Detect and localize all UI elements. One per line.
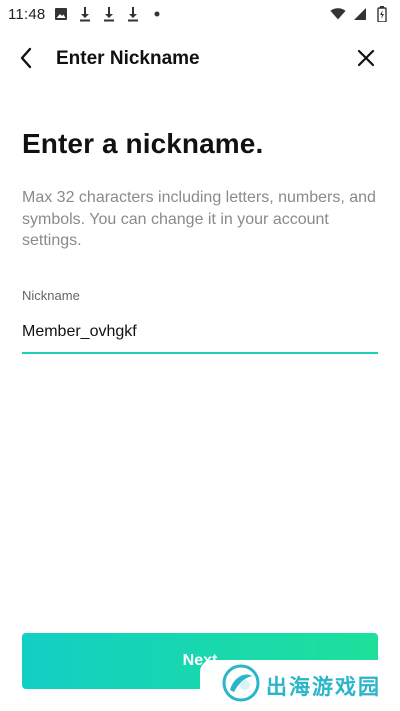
nickname-label: Nickname	[22, 288, 80, 303]
status-bar: 11:48	[0, 0, 400, 28]
nickname-input[interactable]	[22, 318, 378, 354]
status-right	[330, 6, 390, 22]
dot-icon	[149, 6, 165, 22]
watermark: 出海游戏园	[200, 660, 400, 711]
app-header: Enter Nickname	[0, 36, 400, 82]
chevron-left-icon	[19, 47, 33, 74]
signal-icon	[352, 6, 368, 22]
image-icon	[53, 6, 69, 22]
page-heading: Enter a nickname.	[22, 128, 264, 159]
status-left: 11:48	[8, 6, 165, 23]
battery-charging-icon	[374, 6, 390, 22]
header-title: Enter Nickname	[56, 48, 200, 69]
close-button[interactable]	[352, 46, 380, 74]
download-icon	[125, 6, 141, 22]
close-icon	[357, 49, 375, 72]
status-time: 11:48	[8, 5, 46, 23]
watermark-logo-icon	[222, 664, 260, 707]
page-description: Max 32 characters including letters, num…	[22, 189, 376, 249]
back-button[interactable]	[12, 46, 40, 74]
download-icon	[77, 6, 93, 22]
wifi-icon	[330, 6, 346, 22]
watermark-text: 出海游戏园	[266, 675, 381, 699]
download-icon	[101, 6, 117, 22]
